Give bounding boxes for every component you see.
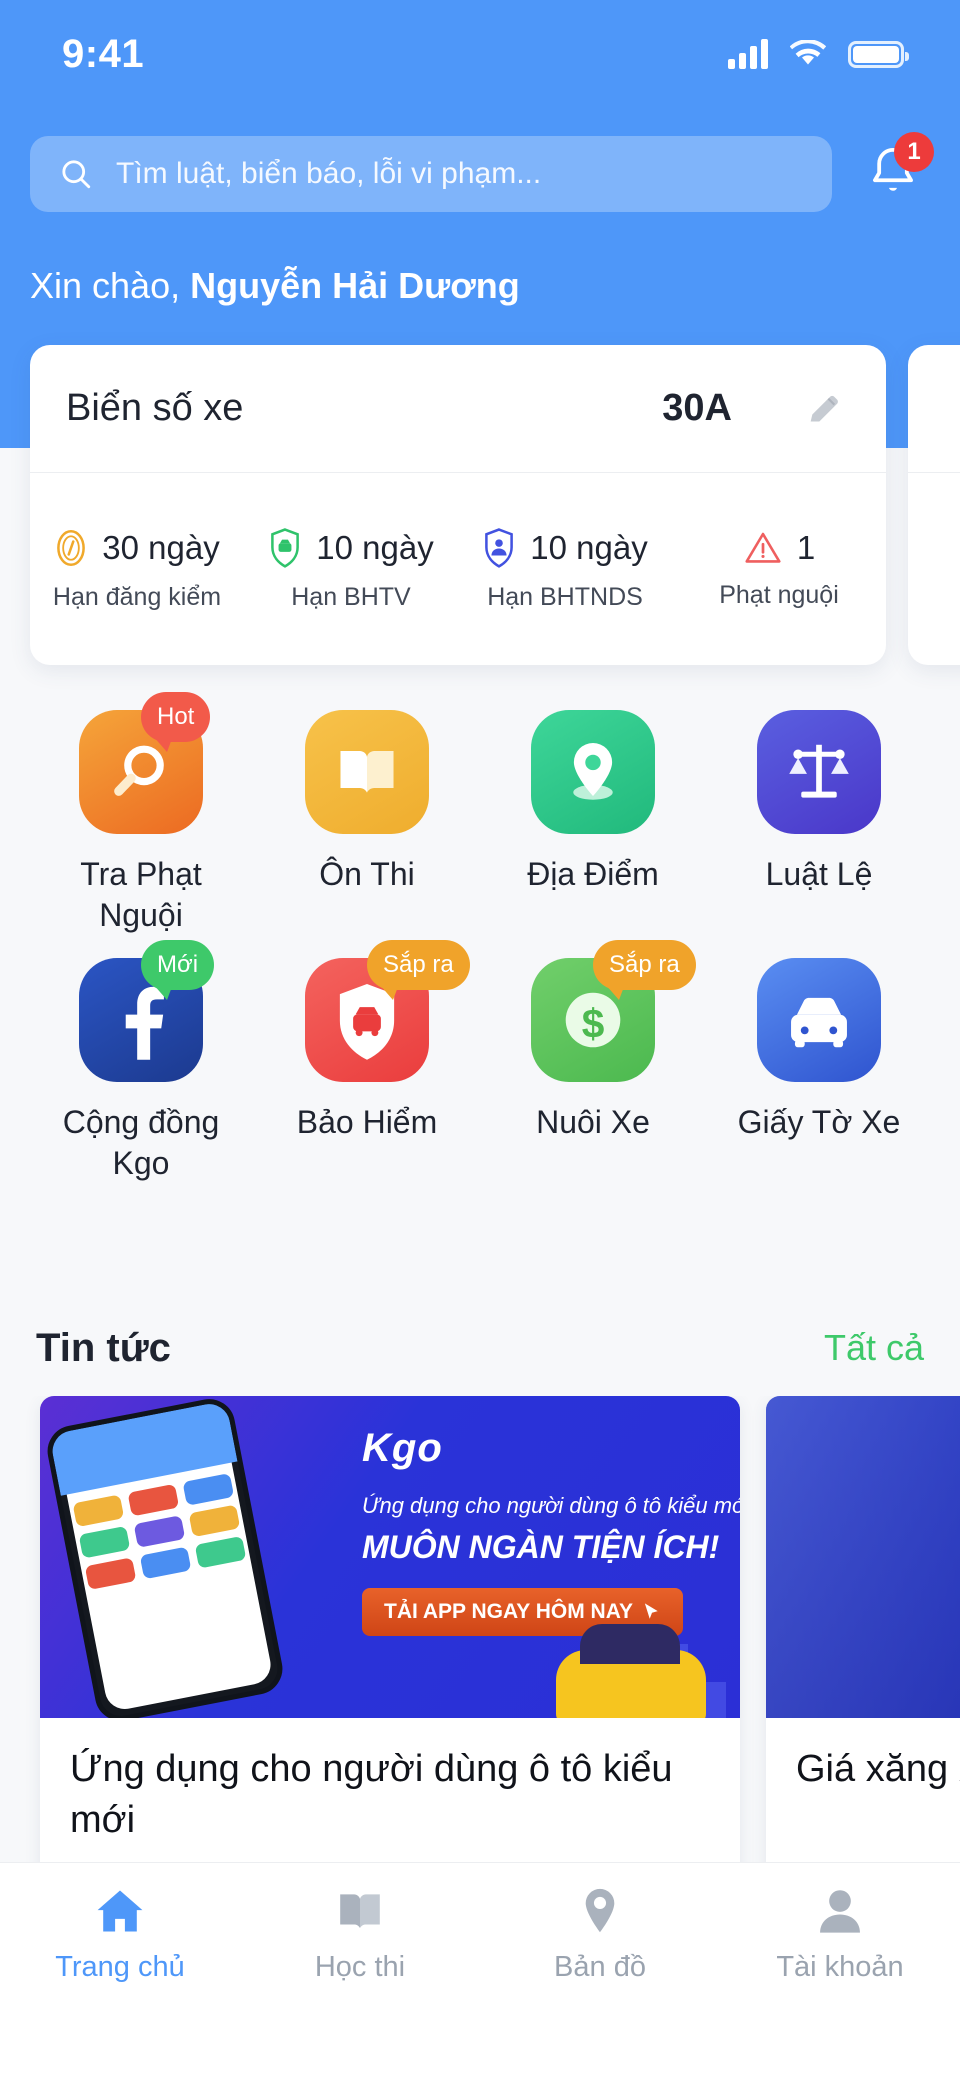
banner-subtitle: Ứng dụng cho người dùng ô tô kiểu mới [362,1493,740,1518]
vehicle-plate-value: 30A [662,387,732,429]
cellular-signal-icon [728,39,768,69]
app-tile-dia-diem[interactable]: Địa Điểm [480,710,706,936]
map-pin-icon [585,1888,615,1933]
vehicle-stat[interactable]: 30 ngày Hạn đăng kiểm [30,527,244,612]
app-icon-bg [757,710,881,834]
app-tile-luat-le[interactable]: Luật Lệ [706,710,932,936]
pencil-icon[interactable] [804,389,844,429]
vehicle-stat-caption: Hạn đăng kiểm [52,582,222,611]
app-screen: 9:41 Tìm luật, biển báo, lỗi vi phạm... [0,0,960,2079]
nav-item-ban-do[interactable]: Bản đồ [480,1885,720,1984]
app-tile-label: Tra Phạt Nguội [80,856,202,933]
app-icon-bg [305,710,429,834]
app-badge: Mới [141,939,215,1000]
vehicle-stat-value: 1 [796,528,816,566]
vehicle-stats: 30 ngày Hạn đăng kiểm 10 ngày Hạn BHTV 1… [30,473,886,665]
person-icon [820,1890,860,1933]
shield-person-icon [485,527,514,568]
greeting-username: Nguyễn Hải Dương [190,265,520,306]
greeting: Xin chào, Nguyễn Hải Dương [30,265,520,307]
app-icon-bg [757,957,881,1082]
banner-headline: MUÔN NGÀN TIỆN ÍCH! [362,1529,720,1565]
home-icon [97,1890,143,1932]
kgo-logo: Kgo [362,1426,443,1470]
vehicle-card-header: Biển số xe 30A [30,345,886,473]
vehicle-card-next[interactable] [908,345,960,665]
app-tile-label: Cộng đồng Kgo [62,1103,220,1181]
news-card-title: Giá xăng Xăng tăng [796,1748,960,1790]
map-pin-icon [573,743,613,800]
app-badge: Sắp ra [367,939,470,1000]
nav-item-label: Bản đồ [554,1951,646,1983]
svg-text:$: $ [582,1000,605,1046]
app-tile-label: Nuôi Xe [536,1103,650,1140]
nav-item-tai-khoan[interactable]: Tài khoản [720,1885,960,1984]
vehicle-stat-value: 10 ngày [530,528,648,566]
notification-badge: 1 [894,132,934,172]
search-placeholder-text: Tìm luật, biển báo, lỗi vi phạm... [116,157,542,190]
nav-item-label: Trang chủ [55,1951,185,1983]
vehicle-stat[interactable]: 10 ngày Hạn BHTNDS [458,527,672,612]
vehicle-stat-value: 10 ngày [316,528,434,566]
cursor-pointer-icon [644,1603,658,1619]
vehicle-card[interactable]: Biển số xe 30A 30 ngày Hạn đăng kiểm 10 … [30,345,886,665]
app-tile-giay-to-xe[interactable]: Giấy Tờ Xe [706,957,932,1184]
app-icon-bg [531,710,655,834]
bottom-navigation: Trang chủ Học thi Bản đồ Tài khoản [0,1862,960,2079]
notification-button[interactable]: 1 [858,132,934,212]
search-input[interactable]: Tìm luật, biển báo, lỗi vi phạm... [30,136,832,212]
warning-triangle-icon [745,532,781,563]
scales-justice-icon [789,744,849,798]
banner-cta-label: TẢI APP NGAY HÔM NAY [384,1600,633,1623]
wifi-icon [790,40,826,65]
phone-mockup-image [43,1396,287,1718]
app-tile-label: Luật Lệ [765,856,873,892]
nav-item-label: Tài khoản [776,1951,904,1983]
nav-item-label: Học thi [314,1951,406,1983]
app-tile-label: Địa Điểm [527,856,659,892]
battery-icon [848,40,909,68]
shield-car-icon [271,527,300,568]
book-icon [340,1894,380,1929]
status-bar: 9:41 [0,0,960,108]
vehicle-stat[interactable]: 10 ngày Hạn BHTV [244,527,458,612]
news-section-header: Tin tức Tất cả [0,1308,960,1388]
vehicle-stats-next [908,473,960,665]
app-tile-tra-phat-nguoi[interactable]: Hot Tra Phạt Nguội [28,692,254,936]
status-bar-clock: 9:41 [62,31,145,76]
status-bar-icons [728,39,909,69]
vehicle-stat-caption: Phạt nguội [719,580,839,609]
app-tile-bao-hiem[interactable]: Sắp ra Bảo Hiểm [254,939,480,1184]
vehicle-stat-caption: Hạn BHTV [291,582,411,611]
app-badge: Hot [141,692,211,752]
car-front-icon [791,997,847,1048]
vehicle-plate-label: Biển số xe [66,387,244,429]
vehicle-card-header-next [908,345,960,473]
nav-item-trang-chu[interactable]: Trang chủ [0,1885,240,1984]
vehicle-card-carousel[interactable]: Biển số xe 30A 30 ngày Hạn đăng kiểm 10 … [0,345,960,665]
app-tile-label: Ôn Thi [319,856,415,892]
vehicle-stat-value: 30 ngày [102,528,220,566]
search-row: Tìm luật, biển báo, lỗi vi phạm... 1 [0,132,960,216]
app-tile-cong-dong-kgo[interactable]: Mới Cộng đồng Kgo [28,939,254,1184]
inspection-badge-icon [57,529,86,566]
news-card-banner: Kgo Ứng dụng cho người dùng ô tô kiểu mớ… [40,1396,740,1718]
vehicle-stat[interactable]: 1 Phạt nguội [672,529,886,610]
search-icon [62,160,91,189]
vehicle-stat-caption: Hạn BHTNDS [487,582,643,611]
yellow-car-illustration [556,1624,706,1718]
news-see-all-link[interactable]: Tất cả [824,1327,924,1369]
app-tile-label: Bảo Hiểm [296,1103,438,1140]
news-card-title: Ứng dụng cho người dùng ô tô kiểu mới [70,1748,673,1842]
app-badge: Sắp ra [593,939,696,1000]
nav-item-hoc-thi[interactable]: Học thi [240,1885,480,1984]
app-tile-label: Giấy Tờ Xe [737,1103,901,1140]
news-section-title: Tin tức [36,1325,171,1370]
news-card-photo [766,1396,960,1718]
app-tile-nuoi-xe[interactable]: $ Sắp ra Nuôi Xe [480,939,706,1184]
app-tile-on-thi[interactable]: Ôn Thi [254,710,480,936]
app-shortcut-grid: Hot Tra Phạt Nguội Ôn Thi Địa Điểm Luật … [0,692,960,1184]
greeting-prefix: Xin chào, [30,265,191,306]
open-book-icon [340,751,394,793]
